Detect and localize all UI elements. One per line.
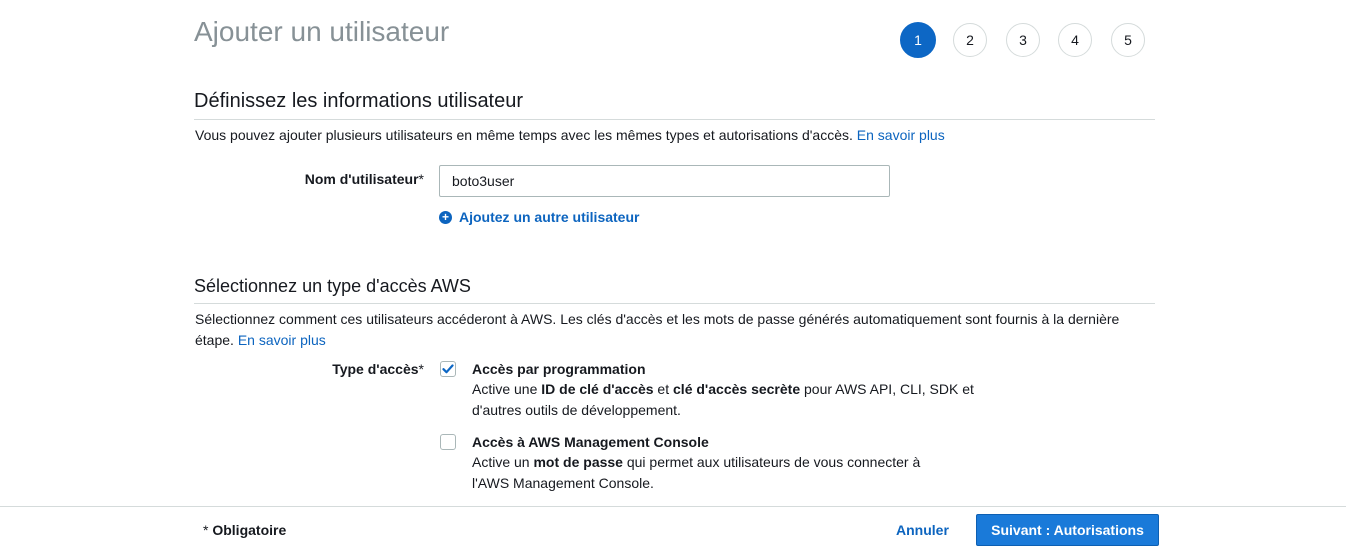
desc-text: Active un xyxy=(472,454,534,470)
add-another-user-label: Ajoutez un autre utilisateur xyxy=(459,209,640,225)
desc-text: qui permet aux utilisateurs de vous conn… xyxy=(622,454,921,470)
add-user-page: Ajouter un utilisateur 1 2 3 4 5 Définis… xyxy=(0,0,1346,548)
required-asterisk: * xyxy=(418,361,424,377)
step-1[interactable]: 1 xyxy=(900,22,936,58)
username-input[interactable] xyxy=(439,165,890,197)
username-label: Nom d'utilisateur* xyxy=(300,171,424,187)
required-note: * Obligatoire xyxy=(203,522,286,538)
desc-text: l'AWS Management Console. xyxy=(472,475,654,491)
learn-more-link-users[interactable]: En savoir plus xyxy=(857,127,945,143)
step-3[interactable]: 3 xyxy=(1006,23,1040,57)
programmatic-access-description: Active une ID de clé d'accès et clé d'ac… xyxy=(472,379,992,421)
step-4[interactable]: 4 xyxy=(1058,23,1092,57)
programmatic-access-title: Accès par programmation xyxy=(472,361,646,377)
desc-bold: clé d'accès secrète xyxy=(673,381,801,397)
desc-bold: ID de clé d'accès xyxy=(541,381,654,397)
add-another-user-button[interactable]: + Ajoutez un autre utilisateur xyxy=(439,209,639,225)
console-access-checkbox[interactable] xyxy=(440,434,456,450)
access-type-heading: Sélectionnez un type d'accès AWS xyxy=(194,276,1155,304)
required-note-star: * xyxy=(203,522,209,538)
step-5[interactable]: 5 xyxy=(1111,23,1145,57)
console-access-title: Accès à AWS Management Console xyxy=(472,434,709,450)
cancel-button[interactable]: Annuler xyxy=(896,522,949,538)
desc-text: d'autres outils de développement. xyxy=(472,402,681,418)
plus-circle-icon: + xyxy=(439,210,452,224)
access-type-label-text: Type d'accès xyxy=(332,361,419,377)
learn-more-link-access[interactable]: En savoir plus xyxy=(238,332,326,348)
next-permissions-button[interactable]: Suivant : Autorisations xyxy=(976,514,1159,546)
access-type-description-text: Sélectionnez comment ces utilisateurs ac… xyxy=(195,311,1120,348)
user-details-description-text: Vous pouvez ajouter plusieurs utilisateu… xyxy=(195,127,853,143)
console-access-description: Active un mot de passe qui permet aux ut… xyxy=(472,452,992,494)
required-note-text: Obligatoire xyxy=(212,522,287,538)
access-type-description: Sélectionnez comment ces utilisateurs ac… xyxy=(195,309,1155,351)
page-title: Ajouter un utilisateur xyxy=(194,16,450,47)
step-2[interactable]: 2 xyxy=(953,23,987,57)
access-type-label: Type d'accès* xyxy=(300,361,424,377)
checkmark-icon xyxy=(442,364,454,374)
footer-bar: * Obligatoire Annuler Suivant : Autorisa… xyxy=(0,506,1346,548)
user-details-heading: Définissez les informations utilisateur xyxy=(194,90,1155,120)
desc-text: et xyxy=(653,381,674,397)
desc-text: pour AWS API, CLI, SDK et xyxy=(800,381,974,397)
desc-text: Active une xyxy=(472,381,542,397)
username-label-text: Nom d'utilisateur xyxy=(304,171,419,187)
programmatic-access-checkbox[interactable] xyxy=(440,361,456,377)
desc-bold: mot de passe xyxy=(533,454,623,470)
user-details-description: Vous pouvez ajouter plusieurs utilisateu… xyxy=(195,125,945,146)
required-asterisk: * xyxy=(418,171,424,187)
